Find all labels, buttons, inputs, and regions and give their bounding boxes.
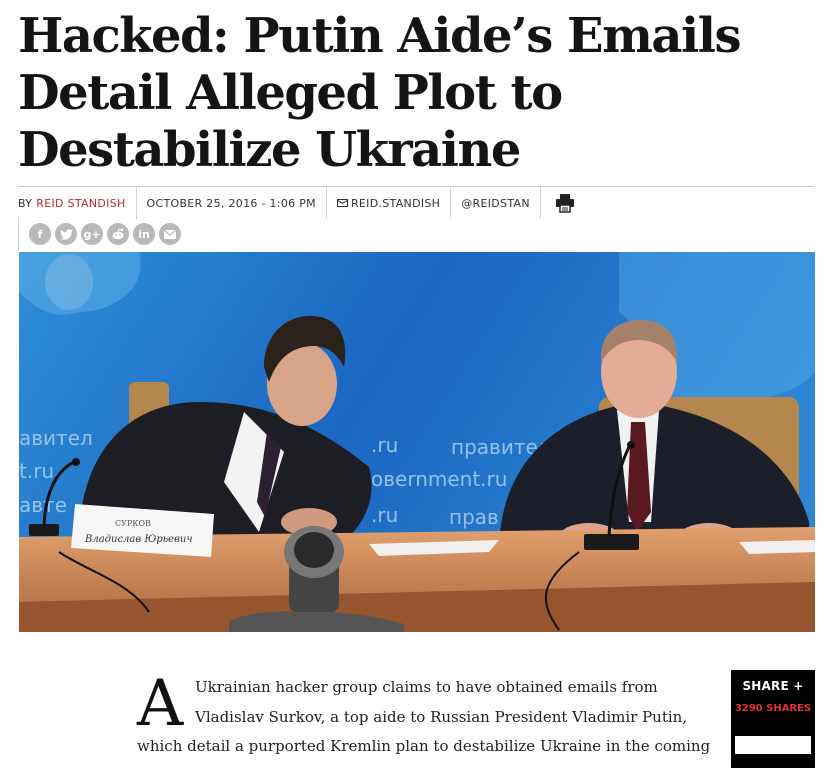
author-twitter-link[interactable]: @REIDSTAN bbox=[451, 187, 541, 219]
body-line-1: Ukrainian hacker group claims to have ob… bbox=[195, 678, 658, 696]
share-divider bbox=[735, 736, 811, 754]
share-count: 3290 SHARES bbox=[734, 703, 812, 714]
linkedin-icon[interactable]: in bbox=[133, 223, 155, 245]
byline-bar: BY REID STANDISH OCTOBER 25, 2016 - 1:06… bbox=[18, 186, 814, 219]
headline-line-2: Detail Alleged Plot to bbox=[18, 65, 563, 121]
reddit-icon[interactable] bbox=[107, 223, 129, 245]
drop-cap: A bbox=[137, 667, 184, 741]
author-email: REID.STANDISH bbox=[350, 196, 441, 210]
wall-text-6: прав bbox=[449, 505, 499, 529]
wall-text-5: .ru bbox=[371, 503, 398, 527]
body-line-2: Vladislav Surkov, a top aide to Russian … bbox=[195, 708, 688, 726]
print-button[interactable] bbox=[541, 187, 585, 219]
byline-prefix: BY bbox=[18, 196, 33, 210]
body-line-3: which detail a purported Kremlin plan to… bbox=[137, 737, 711, 755]
byline: BY REID STANDISH bbox=[18, 187, 137, 219]
headline: Hacked: Putin Aide’s Emails Detail Alleg… bbox=[18, 8, 818, 179]
hero-photo: авител .ru правитель овernment.ru .ru пр… bbox=[19, 252, 815, 632]
print-icon bbox=[555, 194, 574, 213]
publish-date: OCTOBER 25, 2016 - 1:06 PM bbox=[137, 187, 327, 219]
social-share-row: f g+ in bbox=[18, 218, 181, 250]
wall-text-8: авте bbox=[19, 493, 67, 517]
headline-line-1: Hacked: Putin Aide’s Emails bbox=[18, 8, 741, 64]
nameplate-line-2: Владислав Юрьевич bbox=[84, 534, 193, 545]
wall-text-7: t.ru bbox=[19, 459, 54, 483]
wall-text-2: .ru bbox=[371, 433, 398, 457]
twitter-icon[interactable] bbox=[55, 223, 77, 245]
wall-text-1: авител bbox=[19, 426, 93, 450]
share-button[interactable]: SHARE + bbox=[731, 679, 815, 693]
facebook-icon[interactable]: f bbox=[29, 223, 51, 245]
email-icon[interactable] bbox=[159, 223, 181, 245]
headline-line-3: Destabilize Ukraine bbox=[18, 122, 521, 178]
google-plus-icon[interactable]: g+ bbox=[81, 223, 103, 245]
author-email-link[interactable]: REID.STANDISH bbox=[327, 187, 452, 219]
author-link[interactable]: REID STANDISH bbox=[36, 197, 125, 210]
share-widget: SHARE + 3290 SHARES bbox=[731, 670, 815, 768]
wall-text-4: овernment.ru bbox=[371, 467, 507, 491]
mail-icon bbox=[336, 199, 348, 207]
nameplate-line-1: СУРКОВ bbox=[115, 519, 151, 528]
